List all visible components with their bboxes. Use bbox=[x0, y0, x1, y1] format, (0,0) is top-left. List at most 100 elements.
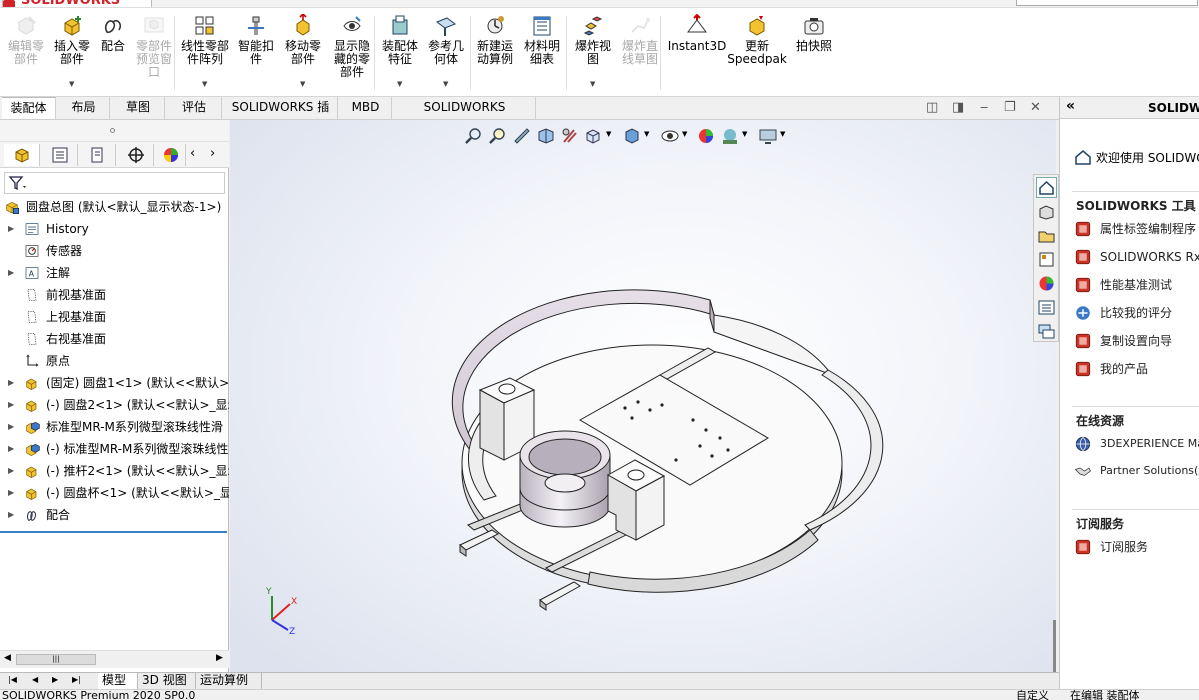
bottom-tab-0[interactable]: 模型 bbox=[98, 673, 138, 689]
restore-icon[interactable]: ❐ bbox=[1004, 100, 1016, 115]
tab-2[interactable]: 草图 bbox=[112, 97, 165, 119]
first-tab-icon[interactable]: |◀ bbox=[8, 675, 17, 684]
ribbon-button-4[interactable]: 线性零部 件阵列 bbox=[178, 14, 232, 66]
scrollbar-thumb[interactable]: ||| bbox=[16, 654, 96, 665]
tile-right-icon[interactable]: ◨ bbox=[952, 100, 964, 115]
dimxpert-tab[interactable] bbox=[118, 144, 154, 166]
assembly-model[interactable]: Y X Z bbox=[230, 120, 1056, 672]
chevron-down-icon[interactable]: ▼ bbox=[590, 80, 595, 88]
ribbon-button-11[interactable]: 材料明 细表 bbox=[522, 14, 562, 66]
appearances-icon[interactable] bbox=[1036, 273, 1057, 294]
expand-icon[interactable]: ▶ bbox=[8, 372, 14, 394]
ribbon-button-16[interactable]: 拍快照 bbox=[794, 14, 834, 53]
ribbon-button-10[interactable]: 新建运 动算例 bbox=[474, 14, 516, 66]
expand-icon[interactable]: ▶ bbox=[8, 394, 14, 416]
tree-item[interactable]: ▶ 配合 bbox=[0, 504, 229, 526]
ribbon-button-6[interactable]: 移动零 部件 bbox=[282, 14, 324, 66]
tree-item[interactable]: ▶ (-) 圆盘杯<1> (默认<<默认>_显 bbox=[0, 482, 229, 504]
welcome-link[interactable]: 欢迎使用 SOLIDWORKS bbox=[1074, 148, 1199, 168]
task-pane-link[interactable]: 比较我的评分 bbox=[1074, 303, 1199, 323]
ribbon-button-7[interactable]: 显示隐 藏的零 部件 bbox=[330, 14, 374, 79]
property-manager-tab[interactable] bbox=[42, 144, 78, 166]
last-tab-icon[interactable]: ▶| bbox=[72, 675, 81, 684]
forum-icon[interactable] bbox=[1036, 321, 1057, 342]
tree-item[interactable]: 右视基准面 bbox=[0, 328, 229, 350]
ribbon-button-5[interactable]: 智能扣 件 bbox=[236, 14, 276, 66]
task-pane-link[interactable]: 订阅服务 bbox=[1074, 537, 1199, 557]
task-pane-link[interactable]: Partner Solutions(解决方案) bbox=[1074, 461, 1199, 481]
graphics-area[interactable]: ▼ ▼ ▼ ▼ ▼ Y X Z bbox=[230, 120, 1056, 672]
tree-item[interactable]: ▶ History bbox=[0, 218, 229, 240]
tab-4[interactable]: SOLIDWORKS 插件 bbox=[224, 97, 338, 135]
expand-icon[interactable]: ▶ bbox=[8, 218, 14, 240]
view-palette-icon[interactable] bbox=[1036, 249, 1057, 270]
chevron-down-icon[interactable]: ▼ bbox=[397, 80, 402, 88]
expand-icon[interactable]: ▶ bbox=[8, 262, 14, 284]
tab-scroll-left-icon[interactable]: ‹ bbox=[190, 146, 195, 161]
configuration-manager-tab[interactable] bbox=[80, 144, 116, 166]
task-pane-link[interactable]: 复制设置向导 bbox=[1074, 331, 1199, 351]
display-manager-tab[interactable] bbox=[156, 144, 186, 166]
task-pane-link[interactable]: 性能基准测试 bbox=[1074, 275, 1199, 295]
ribbon-button-0[interactable]: 编辑零 部件 bbox=[4, 14, 48, 66]
tab-scroll-right-icon[interactable]: › bbox=[210, 146, 215, 161]
ribbon-button-3[interactable]: 零部件 预览窗 口 bbox=[132, 14, 176, 79]
next-tab-icon[interactable]: ▶ bbox=[52, 675, 58, 684]
design-library-icon[interactable] bbox=[1036, 201, 1057, 222]
solidworks-logo[interactable]: SOLIDWORKS bbox=[2, 0, 152, 7]
minimize-icon[interactable]: ‒ bbox=[980, 100, 988, 115]
tree-item[interactable]: ▶ (-) 圆盘2<1> (默认<<默认>_显示 bbox=[0, 394, 229, 416]
rollback-bar[interactable] bbox=[0, 531, 227, 533]
ribbon-button-12[interactable]: 爆炸视 图 bbox=[572, 14, 614, 66]
ribbon-button-9[interactable]: 参考几 何体 bbox=[424, 14, 468, 66]
scroll-left-icon[interactable]: ◀ bbox=[4, 653, 11, 663]
chevron-down-icon[interactable]: ▼ bbox=[443, 80, 448, 88]
panel-grip[interactable] bbox=[0, 120, 229, 142]
prev-tab-icon[interactable]: ◀ bbox=[32, 675, 38, 684]
tree-item[interactable]: ▶ 标准型MR-M系列微型滚珠线性滑 bbox=[0, 416, 229, 438]
disc-cup[interactable] bbox=[519, 430, 611, 528]
custom-properties-icon[interactable] bbox=[1036, 297, 1057, 318]
tree-horizontal-scrollbar[interactable]: ◀ ||| ▶ bbox=[0, 650, 229, 668]
expand-icon[interactable]: ▶ bbox=[8, 438, 14, 460]
bottom-tab-2[interactable]: 运动算例 1 bbox=[196, 673, 262, 700]
expand-icon[interactable]: ▶ bbox=[8, 460, 14, 482]
status-units[interactable]: 自定义 bbox=[1016, 690, 1049, 700]
ribbon-button-8[interactable]: 装配体 特征 bbox=[378, 14, 422, 66]
home-icon[interactable] bbox=[1036, 177, 1057, 198]
chevron-down-icon[interactable]: ▼ bbox=[69, 80, 74, 88]
task-pane-link[interactable]: 属性标签编制程序 bbox=[1074, 219, 1199, 239]
ribbon-button-13[interactable]: 爆炸直 线草图 bbox=[618, 14, 662, 66]
tab-6[interactable]: SOLIDWORKS Inspection bbox=[394, 97, 536, 135]
tree-item[interactable]: 前视基准面 bbox=[0, 284, 229, 306]
file-explorer-icon[interactable] bbox=[1036, 225, 1057, 246]
tree-item[interactable]: ▶ (固定) 圆盘1<1> (默认<<默认>_ bbox=[0, 372, 229, 394]
tree-item[interactable]: ▶ (-) 标准型MR-M系列微型滚珠线性 bbox=[0, 438, 229, 460]
tab-1[interactable]: 布局 bbox=[58, 97, 110, 119]
chevron-down-icon[interactable]: ▼ bbox=[202, 80, 207, 88]
ribbon-button-2[interactable]: 配合 bbox=[98, 14, 128, 53]
ribbon-button-1[interactable]: 插入零 部件 bbox=[50, 14, 94, 66]
chevron-down-icon[interactable]: ▼ bbox=[300, 80, 305, 88]
task-pane-link[interactable]: 我的产品 bbox=[1074, 359, 1199, 379]
expand-icon[interactable]: ▶ bbox=[8, 504, 14, 526]
task-pane-link[interactable]: SOLIDWORKS Rx bbox=[1074, 247, 1199, 267]
task-pane-link[interactable]: 3DEXPERIENCE Marketplace bbox=[1074, 434, 1199, 454]
search-input[interactable] bbox=[1016, 0, 1198, 6]
tree-filter[interactable] bbox=[4, 172, 225, 194]
close-icon[interactable]: ✕ bbox=[1030, 100, 1041, 115]
collapse-pane-icon[interactable]: « bbox=[1066, 98, 1075, 114]
tree-item[interactable]: 上视基准面 bbox=[0, 306, 229, 328]
support-post-right[interactable] bbox=[606, 459, 666, 541]
tree-item[interactable]: 传感器 bbox=[0, 240, 229, 262]
expand-icon[interactable]: ▶ bbox=[8, 482, 14, 504]
expand-icon[interactable]: ▶ bbox=[8, 416, 14, 438]
scroll-right-icon[interactable]: ▶ bbox=[216, 653, 223, 663]
tree-item[interactable]: ▶ (-) 推杆2<1> (默认<<默认>_显示 bbox=[0, 460, 229, 482]
ribbon-button-15[interactable]: 更新 Speedpak bbox=[727, 14, 787, 66]
tree-item[interactable]: 原点 bbox=[0, 350, 229, 372]
tab-5[interactable]: MBD bbox=[340, 97, 392, 119]
tab-3[interactable]: 评估 bbox=[167, 97, 222, 119]
ribbon-button-14[interactable]: Instant3D bbox=[668, 14, 726, 53]
bottom-tab-1[interactable]: 3D 视图 bbox=[138, 673, 196, 689]
